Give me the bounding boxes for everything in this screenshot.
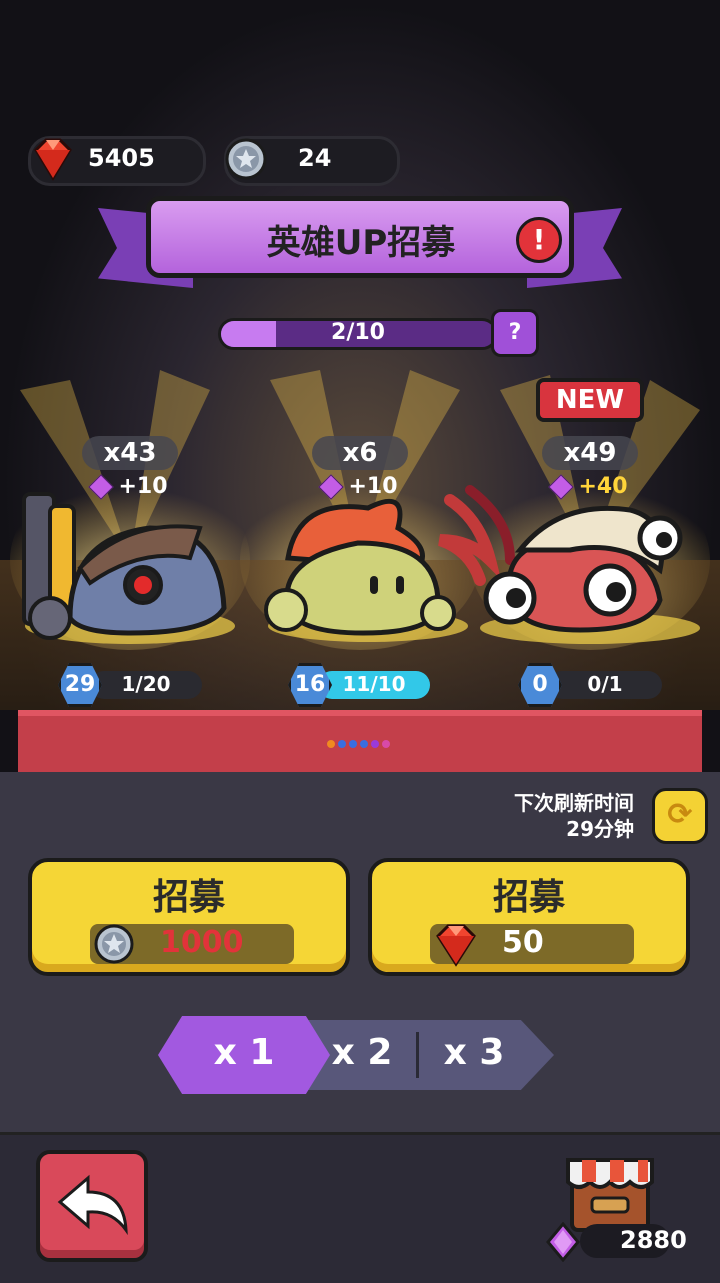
- page-dot: [327, 740, 335, 748]
- recruit-gem-cost: 50: [502, 925, 544, 960]
- event-banner: 英雄UP招募: [146, 196, 574, 278]
- gem-amount: 5405: [88, 144, 155, 172]
- robot-hero-sprite[interactable]: [10, 488, 240, 648]
- recruit-coin-button[interactable]: 招募 1000: [28, 858, 350, 976]
- refresh-time: 29分钟: [566, 817, 634, 841]
- alert-icon[interactable]: !: [516, 217, 562, 263]
- banner-title: 英雄UP招募: [266, 223, 456, 263]
- hero-shard-bar: 11/10: [318, 671, 430, 699]
- purple-gem-icon: [546, 1222, 580, 1262]
- ruby-gem-icon: [436, 924, 476, 967]
- recruit-label: 招募: [152, 877, 225, 918]
- cost-box: 50: [430, 924, 634, 967]
- recruit-coin-cost: 1000: [160, 925, 244, 960]
- page-dot: [382, 740, 390, 748]
- page-dot: [349, 740, 357, 748]
- refresh-label: 下次刷新时间: [514, 791, 634, 815]
- hero-count: x6: [312, 436, 408, 470]
- shard-text: 1/20: [121, 672, 171, 696]
- silver-coin-icon: [225, 138, 267, 180]
- cost-box: 1000: [90, 924, 294, 964]
- help-button[interactable]: ?: [491, 309, 539, 357]
- up-progress-text: 2/10: [331, 320, 385, 345]
- quantity-selector: x 1 x 2 x 3: [158, 1016, 556, 1094]
- ruby-gem-icon: [34, 138, 72, 181]
- recruit-label: 招募: [492, 877, 565, 918]
- hero-shard-bar: 1/20: [90, 671, 202, 699]
- silver-coin-icon: [94, 924, 134, 964]
- page-dot: [360, 740, 368, 748]
- refresh-button[interactable]: ⟳: [652, 788, 708, 844]
- refresh-info: 下次刷新时间 29分钟: [514, 790, 634, 842]
- quantity-option-1[interactable]: x 1: [194, 1032, 294, 1073]
- quantity-option-3[interactable]: x 3: [424, 1032, 524, 1073]
- recruit-gem-button[interactable]: 招募 50: [368, 858, 690, 976]
- page-dot: [338, 740, 346, 748]
- quantity-option-2[interactable]: x 2: [312, 1032, 412, 1073]
- shard-text: 0/1: [587, 672, 623, 696]
- back-arrow-icon: [57, 1174, 128, 1236]
- shard-text: 11/10: [342, 672, 406, 696]
- refresh-icon: ⟳: [667, 797, 693, 832]
- back-button[interactable]: [36, 1150, 148, 1262]
- hero-shard-bar: 0/1: [548, 671, 662, 699]
- hermit-crab-hero-sprite[interactable]: [420, 480, 700, 650]
- hero-count: x49: [542, 436, 638, 470]
- shop-button[interactable]: 2880: [544, 1150, 687, 1262]
- quantity-divider: [416, 1032, 419, 1078]
- hero-count: x43: [82, 436, 178, 470]
- new-badge: NEW: [536, 378, 644, 422]
- page-dot: [371, 740, 379, 748]
- shop-price-pill: 2880: [580, 1224, 687, 1258]
- coin-amount: 24: [298, 144, 332, 172]
- shop-price: 2880: [620, 1226, 687, 1254]
